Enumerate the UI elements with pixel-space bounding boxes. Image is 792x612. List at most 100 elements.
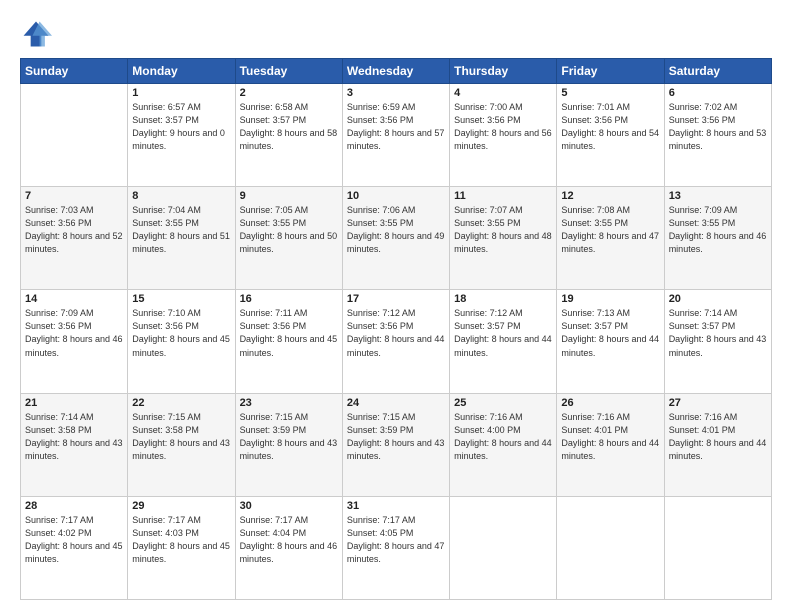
calendar-day-cell: 29 Sunrise: 7:17 AMSunset: 4:03 PMDaylig… xyxy=(128,496,235,599)
calendar-day-cell: 15 Sunrise: 7:10 AMSunset: 3:56 PMDaylig… xyxy=(128,290,235,393)
day-number: 2 xyxy=(240,87,338,99)
day-info: Sunrise: 7:12 AMSunset: 3:56 PMDaylight:… xyxy=(347,307,445,359)
weekday-header: Thursday xyxy=(450,59,557,84)
logo-icon xyxy=(20,18,52,50)
day-number: 17 xyxy=(347,293,445,305)
day-number: 3 xyxy=(347,87,445,99)
day-number: 21 xyxy=(25,397,123,409)
day-info: Sunrise: 7:17 AMSunset: 4:05 PMDaylight:… xyxy=(347,514,445,566)
day-number: 11 xyxy=(454,190,552,202)
day-info: Sunrise: 7:04 AMSunset: 3:55 PMDaylight:… xyxy=(132,204,230,256)
day-info: Sunrise: 7:03 AMSunset: 3:56 PMDaylight:… xyxy=(25,204,123,256)
calendar-week-row: 28 Sunrise: 7:17 AMSunset: 4:02 PMDaylig… xyxy=(21,496,772,599)
weekday-header: Monday xyxy=(128,59,235,84)
calendar-day-cell: 13 Sunrise: 7:09 AMSunset: 3:55 PMDaylig… xyxy=(664,187,771,290)
calendar-body: 1 Sunrise: 6:57 AMSunset: 3:57 PMDayligh… xyxy=(21,84,772,600)
calendar-day-cell: 25 Sunrise: 7:16 AMSunset: 4:00 PMDaylig… xyxy=(450,393,557,496)
day-info: Sunrise: 7:01 AMSunset: 3:56 PMDaylight:… xyxy=(561,101,659,153)
day-info: Sunrise: 7:10 AMSunset: 3:56 PMDaylight:… xyxy=(132,307,230,359)
day-info: Sunrise: 7:15 AMSunset: 3:58 PMDaylight:… xyxy=(132,411,230,463)
day-number: 12 xyxy=(561,190,659,202)
day-number: 15 xyxy=(132,293,230,305)
calendar-week-row: 1 Sunrise: 6:57 AMSunset: 3:57 PMDayligh… xyxy=(21,84,772,187)
day-info: Sunrise: 6:59 AMSunset: 3:56 PMDaylight:… xyxy=(347,101,445,153)
day-info: Sunrise: 7:17 AMSunset: 4:03 PMDaylight:… xyxy=(132,514,230,566)
calendar-day-cell: 2 Sunrise: 6:58 AMSunset: 3:57 PMDayligh… xyxy=(235,84,342,187)
weekday-row: SundayMondayTuesdayWednesdayThursdayFrid… xyxy=(21,59,772,84)
calendar-day-cell: 10 Sunrise: 7:06 AMSunset: 3:55 PMDaylig… xyxy=(342,187,449,290)
day-number: 16 xyxy=(240,293,338,305)
day-number: 4 xyxy=(454,87,552,99)
calendar-week-row: 7 Sunrise: 7:03 AMSunset: 3:56 PMDayligh… xyxy=(21,187,772,290)
calendar-day-cell: 1 Sunrise: 6:57 AMSunset: 3:57 PMDayligh… xyxy=(128,84,235,187)
calendar-day-cell: 18 Sunrise: 7:12 AMSunset: 3:57 PMDaylig… xyxy=(450,290,557,393)
day-info: Sunrise: 7:16 AMSunset: 4:01 PMDaylight:… xyxy=(561,411,659,463)
day-info: Sunrise: 7:15 AMSunset: 3:59 PMDaylight:… xyxy=(347,411,445,463)
day-info: Sunrise: 7:09 AMSunset: 3:56 PMDaylight:… xyxy=(25,307,123,359)
day-number: 28 xyxy=(25,500,123,512)
calendar-day-cell: 14 Sunrise: 7:09 AMSunset: 3:56 PMDaylig… xyxy=(21,290,128,393)
weekday-header: Tuesday xyxy=(235,59,342,84)
day-number: 8 xyxy=(132,190,230,202)
day-number: 27 xyxy=(669,397,767,409)
calendar-day-cell: 27 Sunrise: 7:16 AMSunset: 4:01 PMDaylig… xyxy=(664,393,771,496)
calendar-day-cell: 30 Sunrise: 7:17 AMSunset: 4:04 PMDaylig… xyxy=(235,496,342,599)
weekday-header: Friday xyxy=(557,59,664,84)
calendar-day-cell: 9 Sunrise: 7:05 AMSunset: 3:55 PMDayligh… xyxy=(235,187,342,290)
calendar-day-cell: 21 Sunrise: 7:14 AMSunset: 3:58 PMDaylig… xyxy=(21,393,128,496)
day-info: Sunrise: 7:02 AMSunset: 3:56 PMDaylight:… xyxy=(669,101,767,153)
day-info: Sunrise: 7:13 AMSunset: 3:57 PMDaylight:… xyxy=(561,307,659,359)
calendar-day-cell: 4 Sunrise: 7:00 AMSunset: 3:56 PMDayligh… xyxy=(450,84,557,187)
day-info: Sunrise: 7:12 AMSunset: 3:57 PMDaylight:… xyxy=(454,307,552,359)
day-number: 1 xyxy=(132,87,230,99)
calendar-day-cell: 8 Sunrise: 7:04 AMSunset: 3:55 PMDayligh… xyxy=(128,187,235,290)
calendar-header: SundayMondayTuesdayWednesdayThursdayFrid… xyxy=(21,59,772,84)
day-number: 10 xyxy=(347,190,445,202)
day-number: 31 xyxy=(347,500,445,512)
day-info: Sunrise: 7:15 AMSunset: 3:59 PMDaylight:… xyxy=(240,411,338,463)
day-number: 14 xyxy=(25,293,123,305)
day-info: Sunrise: 7:14 AMSunset: 3:57 PMDaylight:… xyxy=(669,307,767,359)
day-number: 9 xyxy=(240,190,338,202)
logo xyxy=(20,18,56,50)
calendar-week-row: 21 Sunrise: 7:14 AMSunset: 3:58 PMDaylig… xyxy=(21,393,772,496)
calendar-day-cell: 16 Sunrise: 7:11 AMSunset: 3:56 PMDaylig… xyxy=(235,290,342,393)
calendar-day-cell: 3 Sunrise: 6:59 AMSunset: 3:56 PMDayligh… xyxy=(342,84,449,187)
day-info: Sunrise: 7:00 AMSunset: 3:56 PMDaylight:… xyxy=(454,101,552,153)
day-info: Sunrise: 7:07 AMSunset: 3:55 PMDaylight:… xyxy=(454,204,552,256)
page: SundayMondayTuesdayWednesdayThursdayFrid… xyxy=(0,0,792,612)
day-info: Sunrise: 7:09 AMSunset: 3:55 PMDaylight:… xyxy=(669,204,767,256)
day-number: 20 xyxy=(669,293,767,305)
calendar-day-cell: 24 Sunrise: 7:15 AMSunset: 3:59 PMDaylig… xyxy=(342,393,449,496)
calendar-day-cell: 11 Sunrise: 7:07 AMSunset: 3:55 PMDaylig… xyxy=(450,187,557,290)
day-info: Sunrise: 7:08 AMSunset: 3:55 PMDaylight:… xyxy=(561,204,659,256)
day-number: 5 xyxy=(561,87,659,99)
day-info: Sunrise: 6:57 AMSunset: 3:57 PMDaylight:… xyxy=(132,101,230,153)
calendar-day-cell xyxy=(557,496,664,599)
day-info: Sunrise: 7:16 AMSunset: 4:01 PMDaylight:… xyxy=(669,411,767,463)
weekday-header: Wednesday xyxy=(342,59,449,84)
calendar-day-cell: 7 Sunrise: 7:03 AMSunset: 3:56 PMDayligh… xyxy=(21,187,128,290)
day-number: 30 xyxy=(240,500,338,512)
day-number: 29 xyxy=(132,500,230,512)
day-number: 25 xyxy=(454,397,552,409)
day-number: 24 xyxy=(347,397,445,409)
calendar-table: SundayMondayTuesdayWednesdayThursdayFrid… xyxy=(20,58,772,600)
weekday-header: Saturday xyxy=(664,59,771,84)
calendar-day-cell: 5 Sunrise: 7:01 AMSunset: 3:56 PMDayligh… xyxy=(557,84,664,187)
calendar-day-cell xyxy=(664,496,771,599)
day-info: Sunrise: 7:11 AMSunset: 3:56 PMDaylight:… xyxy=(240,307,338,359)
day-info: Sunrise: 7:17 AMSunset: 4:02 PMDaylight:… xyxy=(25,514,123,566)
calendar-day-cell xyxy=(21,84,128,187)
calendar-day-cell: 6 Sunrise: 7:02 AMSunset: 3:56 PMDayligh… xyxy=(664,84,771,187)
day-info: Sunrise: 7:17 AMSunset: 4:04 PMDaylight:… xyxy=(240,514,338,566)
day-info: Sunrise: 7:06 AMSunset: 3:55 PMDaylight:… xyxy=(347,204,445,256)
day-info: Sunrise: 7:05 AMSunset: 3:55 PMDaylight:… xyxy=(240,204,338,256)
day-number: 26 xyxy=(561,397,659,409)
day-info: Sunrise: 7:16 AMSunset: 4:00 PMDaylight:… xyxy=(454,411,552,463)
day-number: 18 xyxy=(454,293,552,305)
calendar-day-cell: 19 Sunrise: 7:13 AMSunset: 3:57 PMDaylig… xyxy=(557,290,664,393)
day-info: Sunrise: 7:14 AMSunset: 3:58 PMDaylight:… xyxy=(25,411,123,463)
calendar-day-cell xyxy=(450,496,557,599)
day-info: Sunrise: 6:58 AMSunset: 3:57 PMDaylight:… xyxy=(240,101,338,153)
